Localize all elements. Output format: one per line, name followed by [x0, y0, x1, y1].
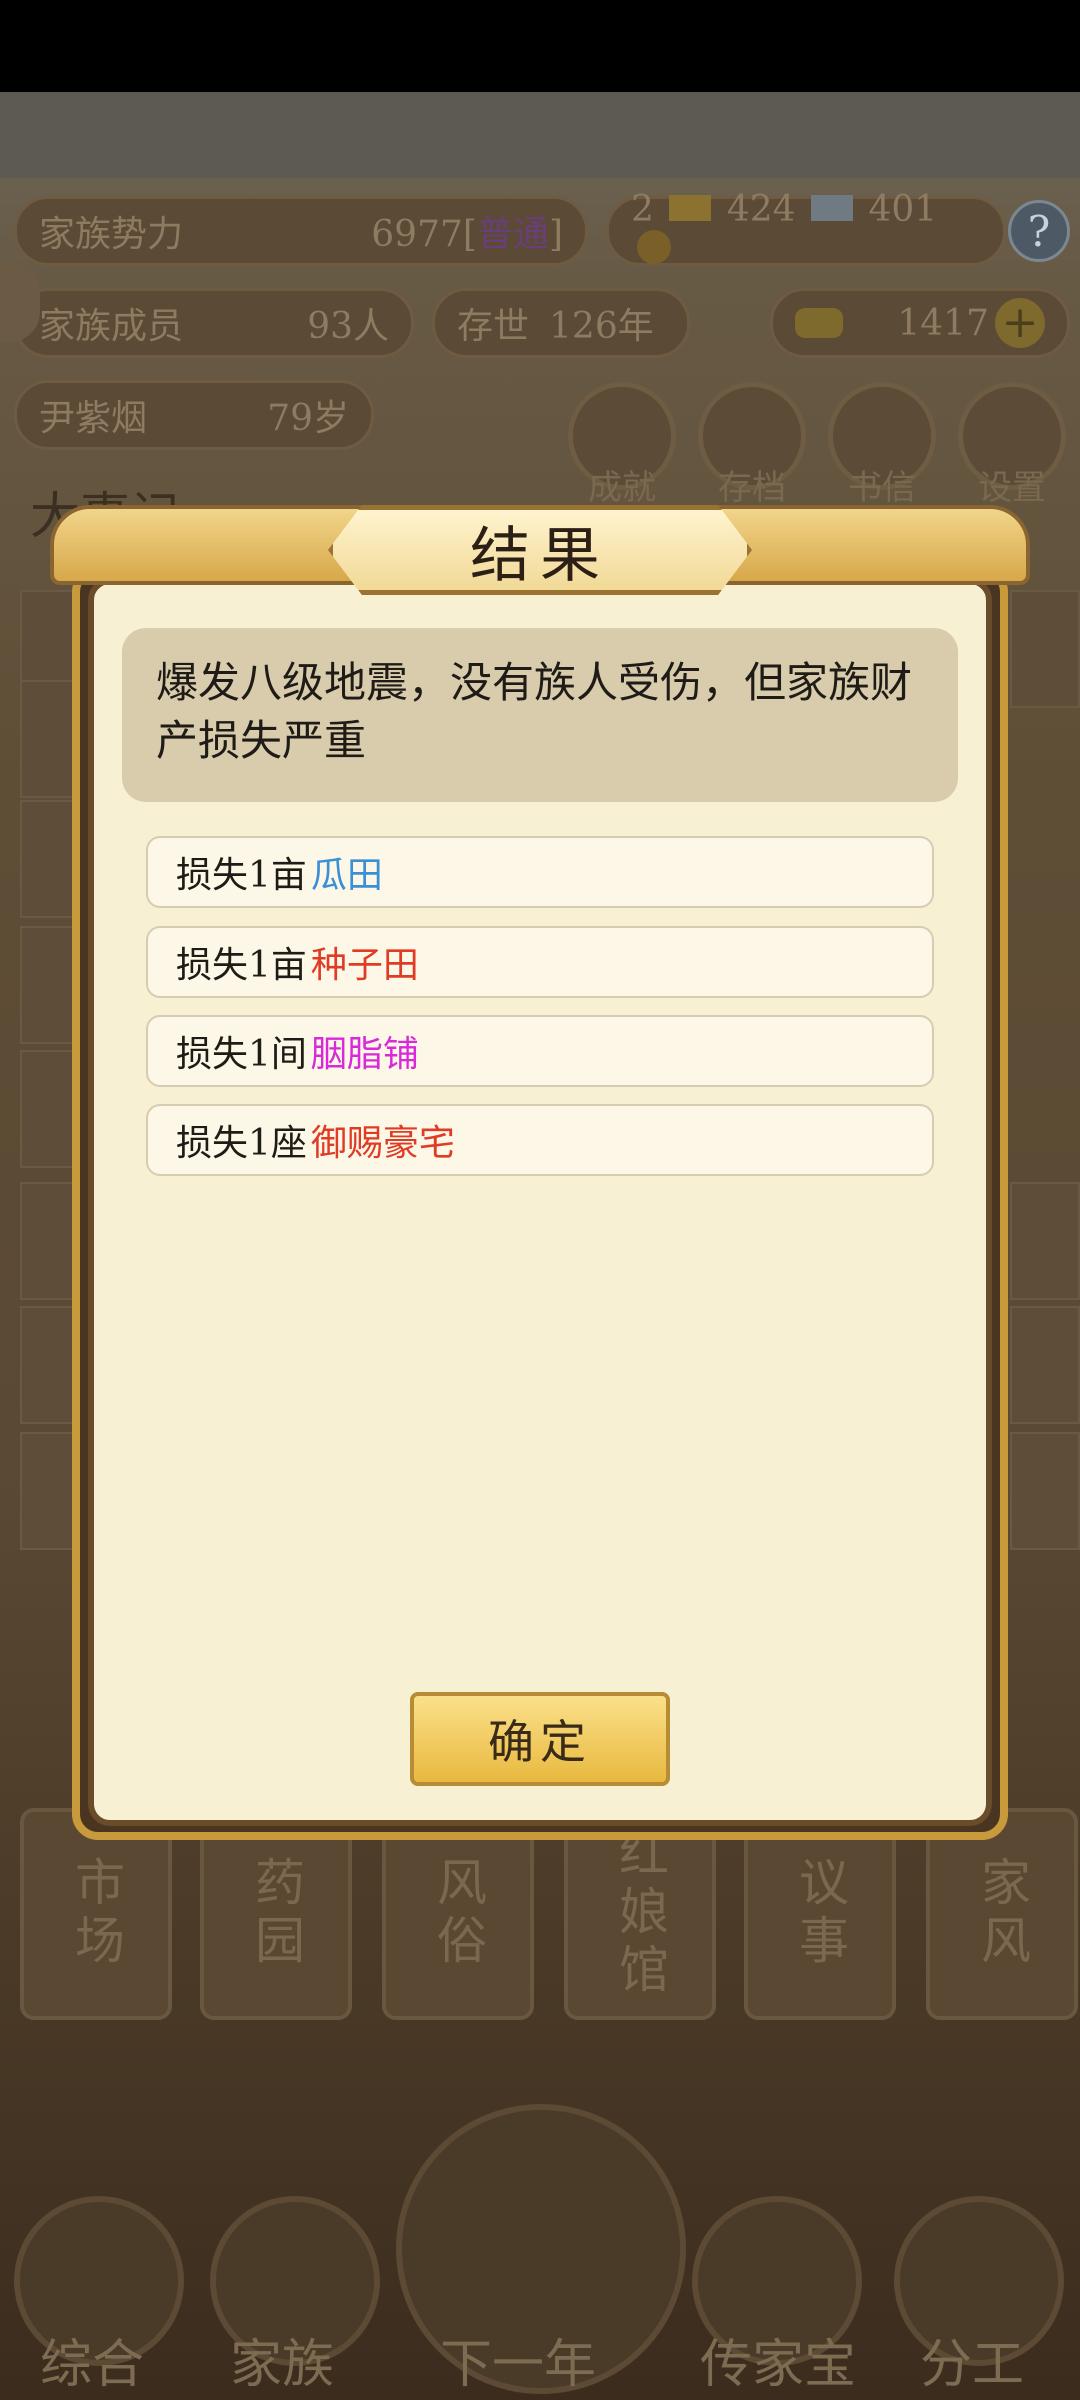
chronicle-row[interactable]: [20, 1306, 76, 1424]
chronicle-row[interactable]: [20, 800, 76, 918]
clan-power-pill: 家族势力 6977[普通]: [14, 196, 588, 266]
settings-button[interactable]: 设置: [958, 382, 1066, 508]
silver-bar-icon: [810, 195, 853, 221]
nav-label-overview[interactable]: 综合: [40, 2322, 144, 2397]
existence-label: 存世: [457, 306, 530, 347]
ingot-icon: [795, 308, 843, 338]
save-button[interactable]: 存档: [698, 382, 806, 508]
side-pause-icon[interactable]: [0, 262, 40, 342]
result-message: 爆发八级地震，没有族人受伤，但家族财产损失严重: [122, 628, 958, 802]
existence-value: 126年: [549, 306, 654, 347]
members-label: 家族成员: [39, 306, 184, 347]
loss-item: 损失1座 御赐豪宅: [146, 1104, 934, 1176]
chronicle-row[interactable]: [20, 1050, 76, 1168]
loss-item: 损失1亩 种子田: [146, 926, 934, 998]
chronicle-row-right: [1010, 590, 1080, 708]
ingot-value: 1417: [897, 302, 989, 344]
gold-bar-icon: [669, 195, 712, 221]
existence-pill: 存世 126年: [432, 288, 690, 358]
confirm-button[interactable]: 确定: [410, 1692, 670, 1786]
copper-coin-icon: [637, 230, 671, 264]
chronicle-row-right: [1010, 1306, 1080, 1424]
dialog-title: 结果: [328, 505, 752, 595]
nav-label-heirloom[interactable]: 传家宝: [700, 2322, 856, 2397]
loss-item: 损失1亩 瓜田: [146, 836, 934, 908]
currency-values: 2 424 401: [631, 189, 981, 273]
chronicle-row[interactable]: [20, 1182, 76, 1300]
clan-power-value: 6977[普通]: [371, 214, 563, 255]
chronicle-row[interactable]: [20, 1432, 76, 1550]
nav-label-family[interactable]: 家族: [230, 2322, 334, 2397]
members-pill: 家族成员 93人: [14, 288, 414, 358]
leader-pill[interactable]: 尹紫烟 79岁: [14, 380, 374, 450]
currency-pill: 2 424 401: [606, 189, 1006, 266]
top-band: [0, 92, 1080, 178]
chronicle-row-right: [1010, 1432, 1080, 1550]
leader-name: 尹紫烟: [39, 398, 148, 439]
chronicle-row-right: [1010, 1182, 1080, 1300]
chronicle-row[interactable]: [20, 926, 76, 1044]
help-button[interactable]: ?: [1008, 200, 1070, 262]
loss-item: 损失1间 胭脂铺: [146, 1015, 934, 1087]
clan-power-label: 家族势力: [39, 214, 184, 255]
ingot-pill[interactable]: 1417 +: [770, 288, 1070, 358]
members-value: 93人: [307, 306, 389, 347]
add-ingot-icon[interactable]: +: [995, 298, 1045, 348]
achievements-button[interactable]: 成就: [568, 382, 676, 508]
nav-label-division[interactable]: 分工: [920, 2322, 1024, 2397]
leader-age: 79岁: [267, 398, 349, 439]
nav-label-next-year[interactable]: 下一年: [440, 2322, 596, 2397]
chronicle-row[interactable]: [20, 680, 76, 798]
status-bar: [0, 0, 1080, 92]
letters-button[interactable]: 书信: [828, 382, 936, 508]
